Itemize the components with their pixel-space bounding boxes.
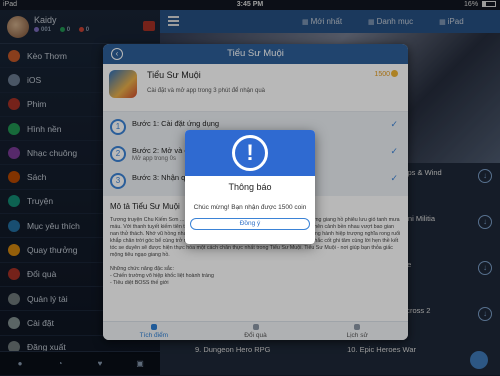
- exclamation-icon: !: [232, 135, 268, 171]
- alert-dialog: ! Thông báo Chúc mừng! Bạn nhận được 150…: [185, 130, 315, 244]
- alert-header: !: [185, 130, 315, 176]
- agree-button[interactable]: Đồng ý: [190, 218, 310, 230]
- alert-title: Thông báo: [228, 182, 272, 192]
- alert-message: Chúc mừng! Bạn nhận được 1500 coin: [193, 204, 307, 211]
